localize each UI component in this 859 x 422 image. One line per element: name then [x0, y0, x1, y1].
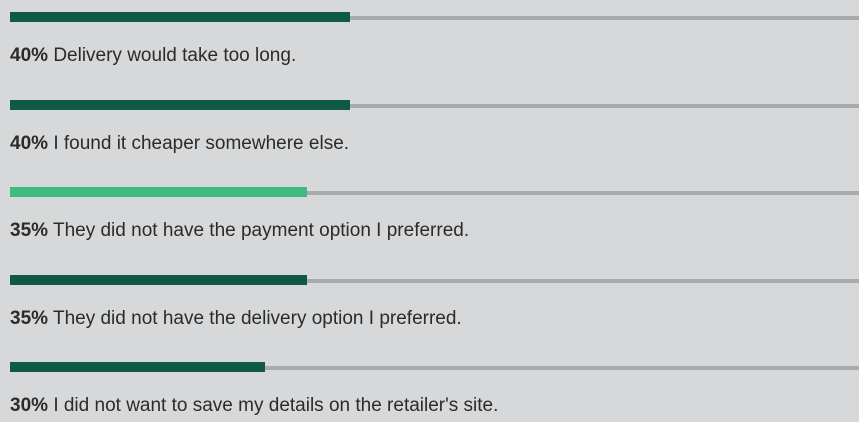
bar-label: 40% I found it cheaper somewhere else.: [10, 132, 349, 156]
bar-row: 40% Delivery would take too long.: [10, 12, 859, 72]
bar-row: 35% They did not have the delivery optio…: [10, 274, 859, 335]
bar-label: 40% Delivery would take too long.: [10, 44, 296, 68]
bar-value-label: 40%: [10, 45, 49, 66]
bar-row: 35% They did not have the payment option…: [10, 187, 859, 247]
bar-label: 30% I did not want to save my details on…: [10, 394, 498, 418]
bar-value-label: 35%: [10, 307, 49, 329]
bar-fill: [10, 187, 308, 197]
bar-value-label: 35%: [10, 220, 49, 241]
bar-row: 40% I found it cheaper somewhere else.: [10, 99, 859, 160]
bar-row: 30% I did not want to save my details on…: [10, 362, 859, 422]
bar-label: 35% They did not have the payment option…: [10, 219, 469, 243]
horizontal-bar-chart: 40% Delivery would take too long. 40% I f…: [0, 0, 859, 418]
bar-fill: [10, 12, 350, 22]
bar-label: 35% They did not have the delivery optio…: [10, 307, 462, 331]
bar-category-label: They did not have the payment option I p…: [52, 220, 470, 241]
bar-category-label: I found it cheaper somewhere else.: [53, 132, 350, 154]
bar-category-label: Delivery would take too long.: [53, 45, 297, 66]
bar-fill: [10, 362, 265, 372]
bar-category-label: They did not have the delivery option I …: [52, 307, 462, 329]
bar-fill: [10, 99, 350, 110]
bar-value-label: 40%: [10, 132, 49, 154]
bar-fill: [10, 274, 308, 285]
bar-category-label: I did not want to save my details on the…: [53, 395, 499, 416]
bar-value-label: 30%: [10, 395, 49, 416]
